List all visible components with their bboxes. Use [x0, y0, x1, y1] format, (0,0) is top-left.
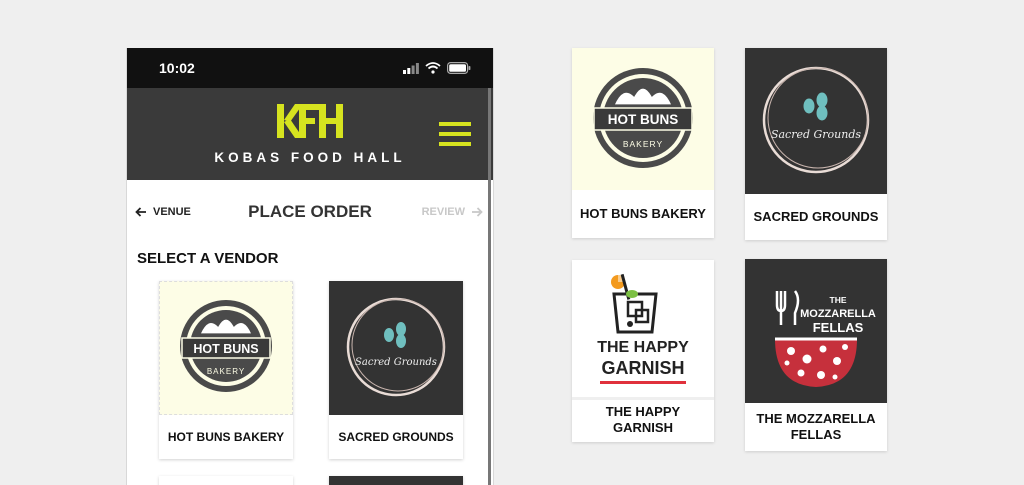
- status-time: 10:02: [159, 60, 195, 76]
- vendor-name: HOT BUNS BAKERY: [167, 429, 285, 444]
- vendor-card-partial[interactable]: [159, 476, 293, 485]
- svg-text:BAKERY: BAKERY: [207, 367, 245, 376]
- hot-buns-logo: HOT BUNS BAKERY: [159, 281, 293, 415]
- grid-card-happy-garnish[interactable]: THE HAPPY GARNISH THE HAPPY GARNISH: [572, 260, 714, 442]
- menu-icon[interactable]: [439, 122, 471, 146]
- svg-text:Sacred Grounds: Sacred Grounds: [771, 128, 861, 141]
- svg-text:FELLAS: FELLAS: [813, 320, 864, 335]
- svg-text:HOT BUNS: HOT BUNS: [193, 342, 258, 356]
- app-header: KOBAS FOOD HALL: [127, 88, 493, 180]
- grid-card-sacred-grounds[interactable]: Sacred Grounds SACRED GROUNDS: [745, 48, 887, 240]
- hot-buns-logo: HOT BUNS BAKERY: [572, 48, 714, 190]
- grid-card-mozzarella-fellas[interactable]: THE MOZZARELLA FELLAS THE MOZZARELLA FEL…: [745, 259, 887, 451]
- battery-icon: [447, 62, 471, 74]
- mozzarella-fellas-logo: THE MOZZARELLA FELLAS: [745, 259, 887, 403]
- vendor-card-hot-buns[interactable]: HOT BUNS BAKERY HOT BUNS BAKERY: [159, 281, 293, 459]
- wifi-icon: [425, 62, 441, 74]
- section-title: SELECT A VENDOR: [137, 250, 279, 267]
- vendor-card-sacred-grounds[interactable]: Sacred Grounds SACRED GROUNDS: [329, 281, 463, 459]
- svg-text:Sacred Grounds: Sacred Grounds: [355, 357, 437, 368]
- vendor-name: SACRED GROUNDS: [338, 429, 454, 444]
- scrollbar[interactable]: [488, 88, 491, 485]
- svg-text:BAKERY: BAKERY: [623, 139, 663, 149]
- review-button[interactable]: REVIEW: [422, 206, 483, 218]
- food-hall-name: KOBAS FOOD HALL: [214, 150, 406, 165]
- svg-text:THE HAPPY: THE HAPPY: [597, 339, 689, 356]
- status-icons: [403, 62, 471, 74]
- svg-text:MOZZARELLA: MOZZARELLA: [800, 308, 876, 320]
- grid-card-hot-buns[interactable]: HOT BUNS BAKERY HOT BUNS BAKERY: [572, 48, 714, 238]
- svg-text:HOT BUNS: HOT BUNS: [608, 112, 679, 127]
- svg-text:GARNISH: GARNISH: [601, 358, 684, 378]
- status-bar: 10:02: [127, 48, 493, 88]
- vendor-name: THE HAPPY GARNISH: [605, 403, 681, 435]
- sacred-grounds-logo: Sacred Grounds: [745, 48, 887, 194]
- vendor-name: THE MOZZARELLA FELLAS: [756, 410, 876, 442]
- next-label: REVIEW: [421, 206, 465, 218]
- arrow-right-icon: [472, 207, 483, 217]
- sacred-grounds-logo: Sacred Grounds: [329, 281, 463, 415]
- vendor-name: SACRED GROUNDS: [753, 208, 879, 224]
- order-nav: VENUE PLACE ORDER REVIEW: [127, 198, 493, 230]
- happy-garnish-logo: THE HAPPY GARNISH: [572, 260, 714, 400]
- signal-icon: [403, 62, 419, 74]
- vendor-card-partial[interactable]: [329, 476, 463, 485]
- phone-screen: 10:02 KOBAS FOOD HALL VENUE PLACE ORDER …: [126, 48, 494, 485]
- vendor-name: HOT BUNS BAKERY: [580, 205, 706, 221]
- svg-text:THE: THE: [830, 295, 847, 305]
- kfh-logo: [277, 104, 343, 138]
